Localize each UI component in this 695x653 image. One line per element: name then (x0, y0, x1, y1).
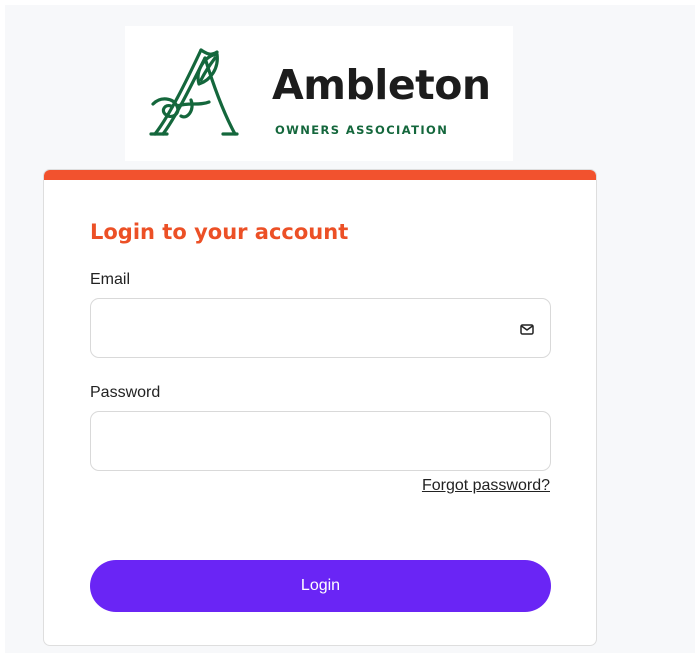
logo: Ambleton OWNERS ASSOCIATION (125, 26, 513, 161)
logo-name: Ambleton (272, 61, 491, 109)
email-field[interactable] (90, 298, 551, 358)
login-button[interactable]: Login (90, 560, 551, 612)
login-card: Login to your account Email Password For… (43, 169, 597, 646)
logo-subtitle: OWNERS ASSOCIATION (275, 123, 449, 137)
login-title: Login to your account (90, 220, 349, 244)
envelope-icon (520, 324, 534, 335)
forgot-password-link[interactable]: Forgot password? (422, 477, 550, 495)
ambleton-emblem-icon (149, 48, 239, 136)
email-label: Email (90, 271, 131, 288)
password-field[interactable] (90, 411, 551, 471)
card-accent-bar (44, 170, 596, 180)
page-background: Ambleton OWNERS ASSOCIATION Login to you… (5, 5, 695, 653)
password-label: Password (90, 384, 161, 401)
